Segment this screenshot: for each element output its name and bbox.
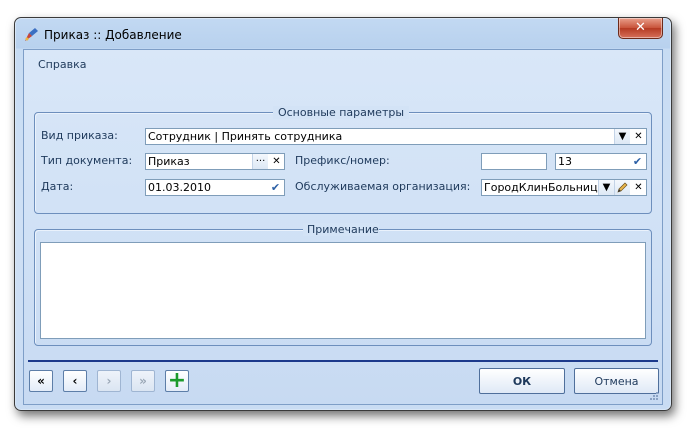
prev-record-button[interactable]: ‹ (63, 370, 87, 392)
next-record-button[interactable]: › (97, 370, 121, 392)
first-record-button[interactable]: « (29, 370, 53, 392)
order-type-dropdown-icon[interactable]: ▼ (614, 129, 630, 144)
note-group: Примечание (34, 223, 652, 346)
doc-type-clear-icon[interactable]: ✕ (269, 154, 284, 169)
doc-type-ellipsis-icon[interactable]: ··· (252, 154, 268, 169)
doc-type-field[interactable]: Приказ ··· ✕ (145, 153, 285, 170)
number-value: 13 (558, 155, 572, 168)
doc-type-value: Приказ (148, 155, 190, 168)
org-dropdown-icon[interactable]: ▼ (598, 180, 614, 195)
resize-grip-icon[interactable] (648, 390, 658, 400)
dialog-body: Справка Основные параметры Вид приказа: … (23, 49, 663, 405)
number-combo[interactable]: 13 ✔ (555, 153, 647, 170)
date-label: Дата: (41, 180, 74, 193)
prefix-label: Префикс/номер: (295, 154, 390, 167)
org-value: ГородКлинБольница... (484, 181, 615, 194)
dialog-window: Приказ :: Добавление ✕ Справка Основные … (14, 17, 672, 411)
footer-separator (28, 360, 658, 362)
org-edit-icon[interactable] (614, 180, 630, 195)
doc-type-label: Тип документа: (41, 154, 133, 167)
pencil-icon (617, 182, 628, 193)
main-params-group: Основные параметры Вид приказа: Сотрудни… (34, 106, 652, 214)
date-check-icon[interactable]: ✔ (268, 180, 283, 195)
prefix-input[interactable] (481, 153, 547, 170)
org-combo[interactable]: ГородКлинБольница... ▼ ✕ (481, 179, 647, 196)
close-button[interactable]: ✕ (618, 18, 663, 39)
date-field[interactable]: 01.03.2010 ✔ (145, 179, 285, 196)
order-type-value: Сотрудник | Принять сотрудника (148, 130, 343, 143)
order-type-clear-icon[interactable]: ✕ (631, 129, 646, 144)
order-type-combo[interactable]: Сотрудник | Принять сотрудника ▼ ✕ (145, 128, 647, 145)
note-legend: Примечание (303, 223, 379, 236)
title-bar[interactable]: Приказ :: Добавление ✕ (15, 18, 671, 52)
cancel-button[interactable]: Отмена (574, 368, 659, 394)
app-icon (25, 28, 38, 41)
date-value: 01.03.2010 (148, 181, 211, 194)
ok-button[interactable]: ОК (479, 368, 565, 394)
window-title: Приказ :: Добавление (44, 28, 182, 42)
main-params-legend: Основные параметры (273, 106, 409, 119)
menu-help[interactable]: Справка (38, 58, 86, 71)
org-clear-icon[interactable]: ✕ (631, 180, 646, 195)
close-icon: ✕ (635, 20, 646, 35)
org-label: Обслуживаемая организация: (295, 180, 471, 193)
last-record-button[interactable]: » (131, 370, 155, 392)
number-check-icon[interactable]: ✔ (630, 154, 645, 169)
plus-icon: + (167, 368, 187, 393)
note-textarea[interactable] (40, 242, 646, 339)
add-record-button[interactable]: + (165, 370, 189, 392)
order-type-label: Вид приказа: (41, 129, 118, 142)
